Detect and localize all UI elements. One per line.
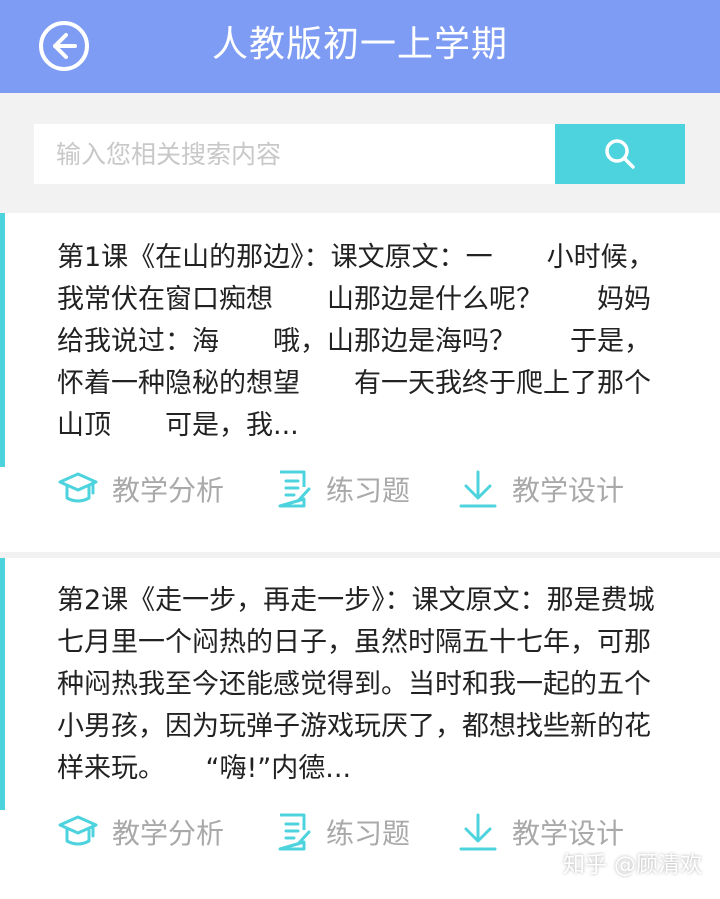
lesson-card[interactable]: 第1课《在山的那边》：课文原文：一 小时候，我常伏在窗口痴想 山那边是什么呢？ … [0, 213, 720, 552]
teaching-analysis-button[interactable]: 教学分析 [58, 467, 224, 511]
teaching-analysis-label: 教学分析 [112, 474, 225, 507]
search-icon [605, 139, 635, 169]
lesson-summary: 第2课《走一步，再走一步》：课文原文：那是费城七月里一个闷热的日子，虽然时隔五十… [57, 585, 655, 784]
teaching-design-button[interactable]: 教学设计 [458, 467, 624, 511]
list-document-icon [278, 470, 311, 508]
teaching-analysis-label: 教学分析 [112, 817, 225, 850]
download-icon [459, 470, 497, 508]
app-header: 人教版初一上学期 [0, 0, 720, 93]
search-button[interactable] [555, 124, 685, 184]
page-title: 人教版初一上学期 [211, 24, 508, 65]
exercises-button[interactable]: 练习题 [276, 810, 410, 854]
search-input[interactable] [34, 124, 555, 184]
teaching-design-label: 教学设计 [512, 474, 625, 507]
download-icon [459, 813, 497, 851]
mortarboard-icon [58, 472, 98, 503]
card-accent-bar [0, 558, 5, 810]
exercises-button[interactable]: 练习题 [276, 467, 410, 511]
exercises-label: 练习题 [326, 817, 411, 850]
mortarboard-icon [58, 815, 98, 846]
lesson-summary: 第1课《在山的那边》：课文原文：一 小时候，我常伏在窗口痴想 山那边是什么呢？ … [57, 242, 655, 441]
card-accent-bar [0, 213, 5, 467]
watermark: 知乎 @顾清欢 [563, 853, 702, 878]
list-document-icon [278, 813, 311, 851]
teaching-analysis-button[interactable]: 教学分析 [58, 810, 224, 854]
teaching-design-label: 教学设计 [512, 817, 625, 850]
exercises-label: 练习题 [326, 474, 411, 507]
search-bar [0, 93, 720, 213]
